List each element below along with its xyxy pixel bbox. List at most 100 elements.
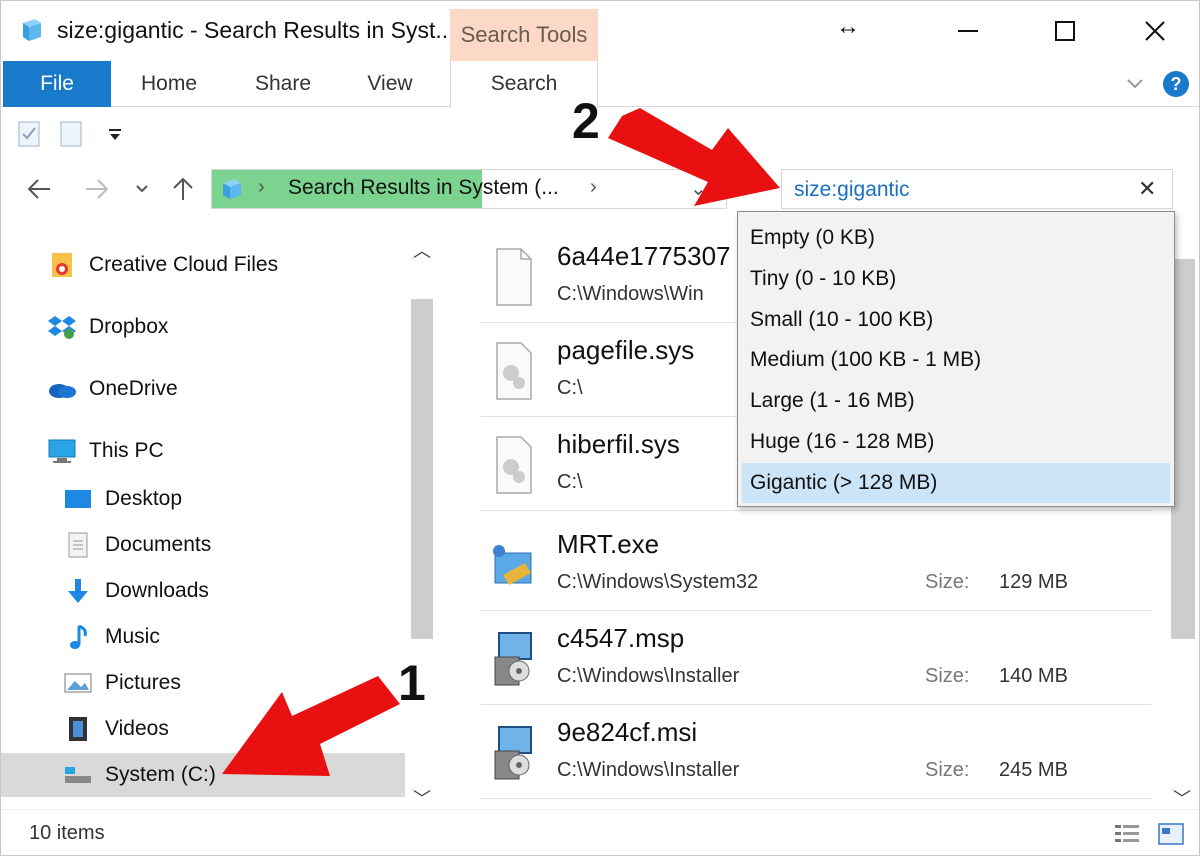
file-size: 140 MB	[999, 665, 1068, 687]
dropbox-icon	[47, 312, 77, 342]
up-button[interactable]	[167, 173, 199, 205]
search-tools-contextual-tab[interactable]: Search Tools	[450, 9, 598, 61]
sidebar-item-downloads[interactable]: Downloads	[63, 569, 209, 613]
recent-locations-button[interactable]	[129, 173, 155, 205]
desktop-icon	[63, 484, 93, 514]
scroll-down-icon[interactable]: ﹀	[413, 785, 431, 811]
file-explorer-window: size:gigantic - Search Results in Syst..…	[0, 0, 1200, 856]
file-name: MRT.exe	[557, 529, 660, 559]
installer-package-icon	[494, 632, 532, 686]
sidebar-item-music[interactable]: Music	[63, 615, 160, 659]
sidebar-item-pictures[interactable]: Pictures	[63, 661, 181, 705]
annotation-step-2: 2	[572, 93, 600, 149]
annotation-arrow-1	[222, 676, 400, 776]
breadcrumb-separator[interactable]: ›	[590, 176, 597, 199]
item-count: 10 items	[29, 822, 105, 844]
videos-icon	[63, 714, 93, 744]
size-option-large[interactable]: Large (1 - 16 MB)	[742, 381, 1170, 421]
this-pc-icon	[47, 436, 77, 466]
sidebar-item-creative-cloud[interactable]: Creative Cloud Files	[47, 243, 278, 287]
sidebar-item-videos[interactable]: Videos	[63, 707, 169, 751]
help-icon[interactable]: ?	[1163, 71, 1189, 97]
size-label: Size:	[925, 759, 970, 781]
breadcrumb-location[interactable]: Search Results in System (...	[288, 176, 559, 200]
creative-cloud-icon	[47, 250, 77, 280]
tab-home[interactable]: Home	[119, 61, 219, 107]
file-path: C:\Windows\System32	[557, 571, 759, 593]
file-path: C:\Windows\Win	[557, 283, 704, 305]
navigation-row: › Search Results in System (... › ⌄ size…	[1, 159, 1199, 219]
system-file-icon	[496, 342, 532, 400]
tab-share[interactable]: Share	[233, 61, 333, 107]
new-folder-icon[interactable]	[59, 120, 83, 148]
documents-icon	[63, 530, 93, 560]
ribbon-tab-bar: File Home Share View Search ?	[1, 61, 1199, 108]
size-option-huge[interactable]: Huge (16 - 128 MB)	[742, 422, 1170, 462]
file-name: 6a44e1775307	[557, 241, 731, 271]
file-size: 245 MB	[999, 759, 1068, 781]
file-path: C:\Windows\Installer	[557, 665, 740, 687]
sidebar-item-label: Desktop	[105, 487, 183, 510]
search-input[interactable]: size:gigantic ✕	[781, 169, 1173, 209]
properties-icon[interactable]	[17, 120, 41, 148]
size-option-empty[interactable]: Empty (0 KB)	[742, 218, 1170, 258]
clear-search-icon[interactable]: ✕	[1138, 176, 1156, 202]
minimize-button[interactable]	[946, 9, 990, 53]
expand-ribbon-chevron-icon[interactable]	[1125, 73, 1145, 93]
file-name: pagefile.sys	[557, 335, 695, 365]
scroll-up-icon[interactable]: ︿	[413, 237, 431, 263]
search-results-icon	[223, 179, 241, 199]
sidebar-item-this-pc[interactable]: This PC	[47, 429, 164, 473]
scrollbar-thumb[interactable]	[411, 299, 433, 639]
details-view-icon[interactable]	[1113, 822, 1141, 846]
sidebar-item-label: Dropbox	[89, 315, 169, 338]
size-option-medium[interactable]: Medium (100 KB - 1 MB)	[742, 340, 1170, 380]
size-option-tiny[interactable]: Tiny (0 - 10 KB)	[742, 259, 1170, 299]
breadcrumb-separator[interactable]: ›	[258, 176, 265, 199]
size-option-gigantic[interactable]: Gigantic (> 128 MB)	[742, 463, 1170, 503]
sidebar-item-documents[interactable]: Documents	[63, 523, 211, 567]
maximize-icon	[1055, 21, 1075, 41]
sidebar-item-label: This PC	[89, 439, 164, 462]
close-button[interactable]	[1133, 9, 1177, 53]
tab-file[interactable]: File	[3, 61, 111, 107]
pictures-icon	[63, 668, 93, 698]
forward-button[interactable]	[81, 173, 113, 205]
file-path: C:\Windows\Installer	[557, 759, 740, 781]
maximize-button[interactable]	[1043, 9, 1087, 53]
sidebar-item-onedrive[interactable]: OneDrive	[47, 367, 178, 411]
mrt-exe-icon	[493, 545, 532, 585]
resize-cursor-icon: ↔	[836, 13, 860, 40]
quick-access-toolbar	[1, 108, 1199, 158]
file-name: 9e824cf.msi	[557, 717, 698, 747]
size-label: Size:	[925, 665, 970, 687]
minimize-icon	[958, 30, 978, 32]
close-icon	[1145, 21, 1165, 41]
up-arrow-icon	[173, 177, 193, 200]
onedrive-icon	[47, 374, 77, 404]
tab-view[interactable]: View	[345, 61, 435, 107]
file-name: c4547.msp	[557, 623, 685, 653]
sidebar-item-dropbox[interactable]: Dropbox	[47, 305, 168, 349]
sidebar-item-label: Videos	[105, 717, 169, 740]
size-label: Size:	[925, 571, 970, 593]
sidebar-item-label: Creative Cloud Files	[89, 253, 279, 276]
back-button[interactable]	[23, 173, 55, 205]
forward-arrow-icon	[86, 179, 109, 199]
scroll-down-icon[interactable]: ﹀	[1173, 785, 1191, 811]
blank-file-icon	[496, 248, 532, 306]
sidebar-item-desktop[interactable]: Desktop	[63, 477, 182, 521]
file-row[interactable]: MRT.exe C:\Windows\System32 Size: 129 MB	[481, 519, 1151, 611]
size-option-small[interactable]: Small (10 - 100 KB)	[742, 300, 1170, 340]
file-row[interactable]: 9e824cf.msi C:\Windows\Installer Size: 2…	[481, 707, 1151, 799]
search-folder-icon	[23, 19, 41, 41]
window-title: size:gigantic - Search Results in Syst..…	[57, 17, 455, 43]
sidebar-item-label: Music	[105, 625, 160, 648]
system-file-icon	[496, 436, 532, 494]
search-query[interactable]: size:gigantic	[794, 178, 910, 202]
large-icons-view-icon[interactable]	[1157, 822, 1185, 846]
sidebar-item-label: Downloads	[105, 579, 209, 602]
file-row[interactable]: c4547.msp C:\Windows\Installer Size: 140…	[481, 613, 1151, 705]
music-icon	[63, 622, 93, 652]
customize-qat-dropdown-icon[interactable]	[105, 120, 125, 148]
